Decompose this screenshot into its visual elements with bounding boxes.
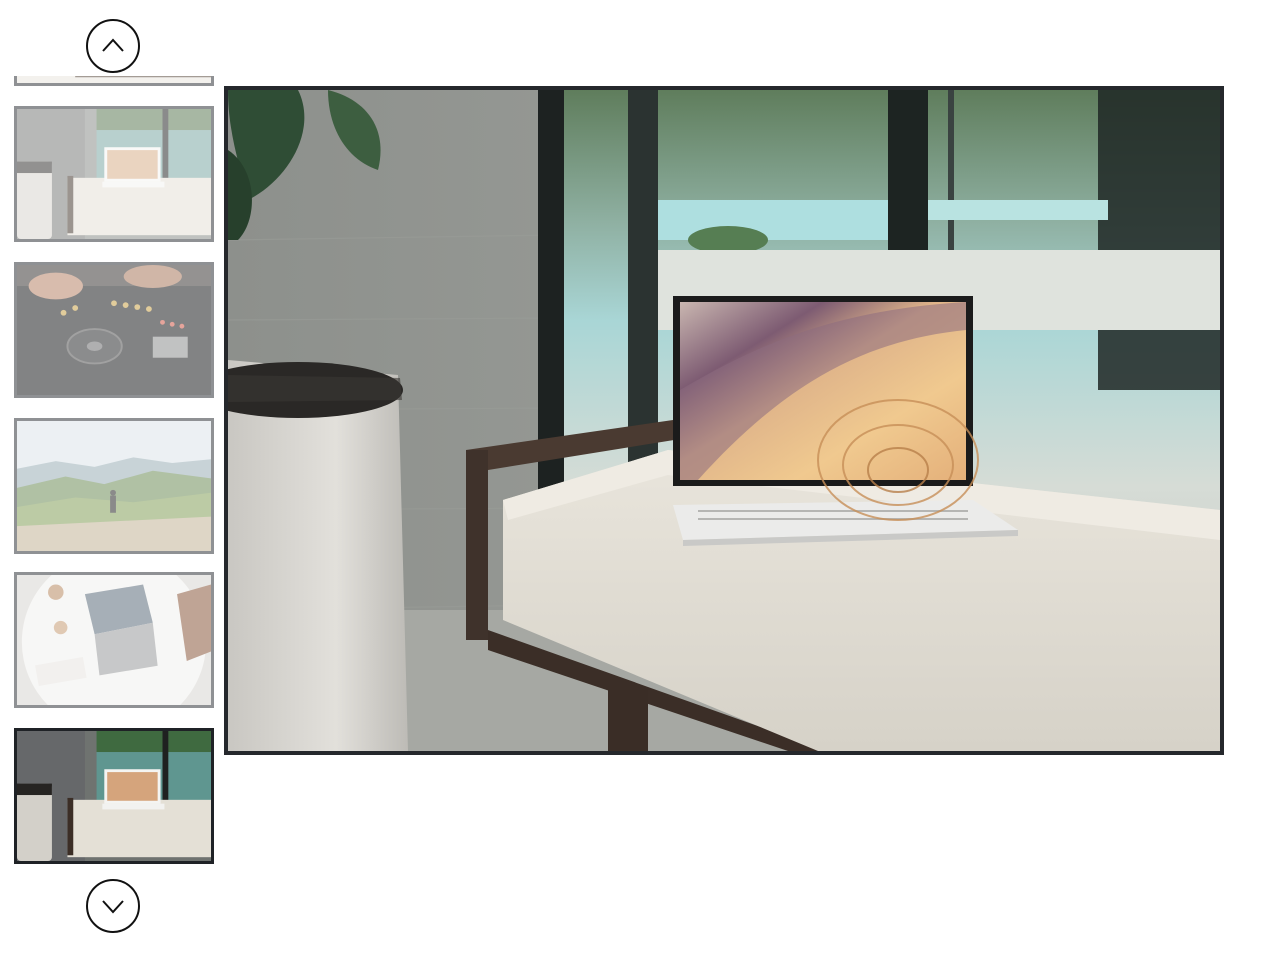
thumbnail-mountain-hiker[interactable]	[14, 418, 214, 554]
thumbnail-desk-laptop[interactable]	[14, 572, 214, 708]
thumbnail-dj-mixer[interactable]	[14, 262, 214, 398]
image-gallery	[0, 0, 1262, 968]
thumbnail-strip	[14, 76, 214, 868]
thumbnail-laptop-bench-selected[interactable]	[14, 728, 214, 864]
thumbnail-partial[interactable]	[14, 76, 214, 86]
chevron-up-icon	[102, 38, 124, 52]
chevron-down-icon	[102, 900, 124, 914]
scroll-up-button[interactable]	[86, 19, 140, 73]
main-image	[224, 86, 1224, 755]
scroll-down-button[interactable]	[86, 879, 140, 933]
thumbnail-laptop-bench[interactable]	[14, 106, 214, 242]
